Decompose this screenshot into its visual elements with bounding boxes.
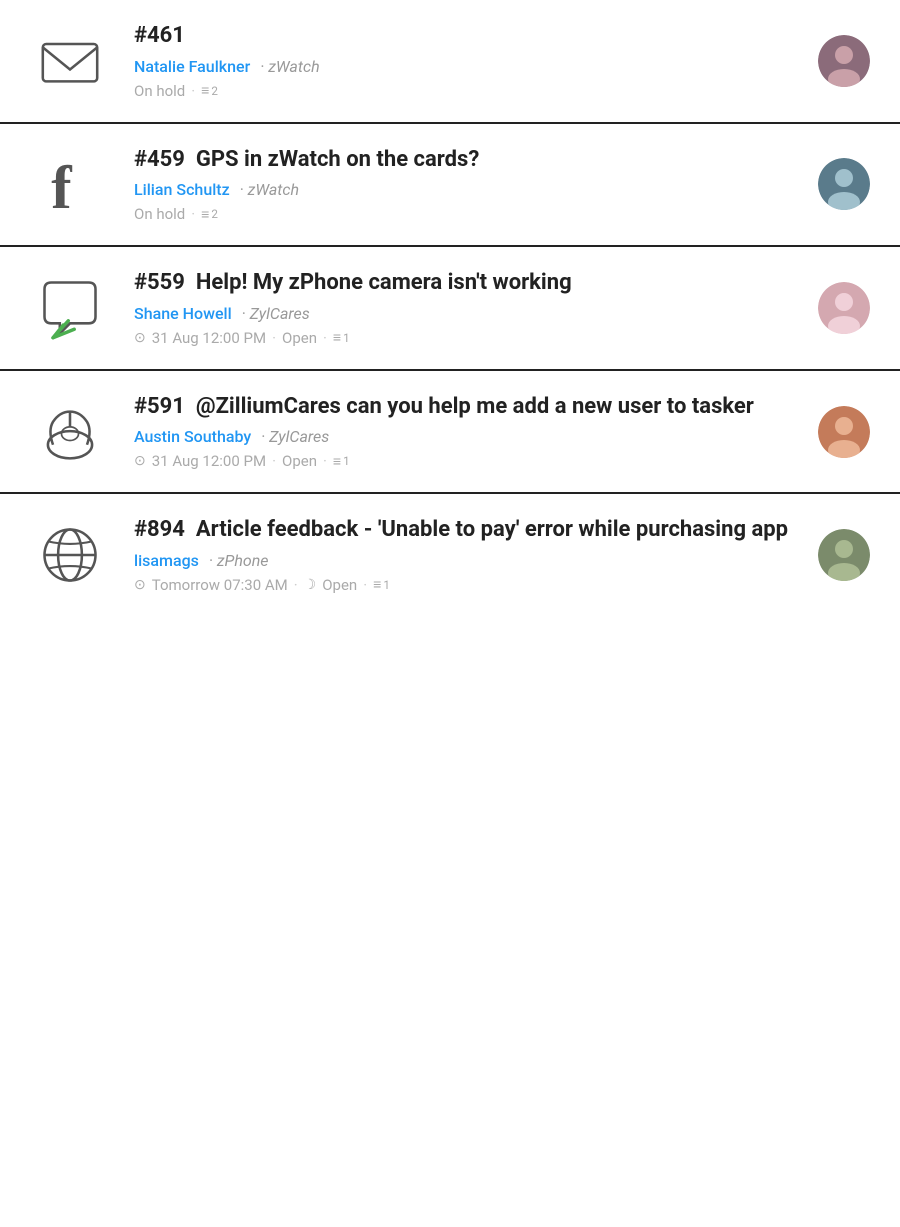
product-name: · zWatch [260, 57, 319, 76]
ticket-title: #591 @ZilliumCares can you help me add a… [134, 393, 794, 422]
ticket-list: #461 Natalie Faulkner · zWatch On hold ·… [0, 0, 900, 616]
avatar-image [818, 529, 870, 581]
channel-icon-wrap: f [30, 150, 110, 218]
avatar-image [818, 406, 870, 458]
channel-icon-wrap [30, 398, 110, 466]
avatar-image [818, 158, 870, 210]
product-name: · zWatch [240, 180, 299, 199]
ticket-content: #559 Help! My zPhone camera isn't workin… [134, 269, 794, 347]
avatar [818, 529, 870, 581]
product-name: · ZylCares [261, 427, 329, 446]
avatar [818, 406, 870, 458]
priority-badge: ≡1 [333, 453, 350, 470]
priority-badge: ≡2 [201, 206, 218, 223]
submitter-name[interactable]: Lilian Schultz [134, 180, 230, 199]
submitter-name[interactable]: Natalie Faulkner [134, 57, 250, 76]
web-icon [36, 521, 104, 589]
timestamp: 31 Aug 12:00 PM [152, 329, 266, 347]
ticket-meta: On hold · ≡2 [134, 205, 794, 223]
ticket-meta: ⊙ Tomorrow 07:30 AM · ☽ Open · ≡1 [134, 576, 794, 594]
ticket-item[interactable]: #894 Article feedback - 'Unable to pay' … [0, 494, 900, 616]
channel-icon-wrap [30, 521, 110, 589]
product-name: · zPhone [209, 551, 269, 570]
ticket-meta: On hold · ≡2 [134, 82, 794, 100]
status-text: Open [282, 452, 317, 470]
ticket-title: #559 Help! My zPhone camera isn't workin… [134, 269, 794, 298]
timestamp: Tomorrow 07:30 AM [152, 576, 288, 594]
ticket-content: #459 GPS in zWatch on the cards? Lilian … [134, 146, 794, 224]
ticket-submitter: lisamags · zPhone [134, 551, 794, 570]
ticket-item[interactable]: #461 Natalie Faulkner · zWatch On hold ·… [0, 0, 900, 124]
submitter-name[interactable]: lisamags [134, 551, 199, 570]
timestamp: 31 Aug 12:00 PM [152, 452, 266, 470]
ticket-item[interactable]: #591 @ZilliumCares can you help me add a… [0, 371, 900, 495]
facebook-icon: f [36, 150, 104, 218]
email-icon [36, 27, 104, 95]
ticket-item[interactable]: f #459 GPS in zWatch on the cards? Lilia… [0, 124, 900, 248]
status-text: Open [322, 576, 357, 594]
ticket-title: #894 Article feedback - 'Unable to pay' … [134, 516, 794, 545]
ticket-submitter: Austin Southaby · ZylCares [134, 427, 794, 446]
ticket-content: #894 Article feedback - 'Unable to pay' … [134, 516, 794, 594]
chat-icon [36, 274, 104, 342]
ticket-title: #461 [134, 22, 794, 51]
status-text: On hold [134, 82, 185, 100]
status-text: Open [282, 329, 317, 347]
ticket-item[interactable]: #559 Help! My zPhone camera isn't workin… [0, 247, 900, 371]
priority-badge: ≡1 [373, 576, 390, 593]
channel-icon-wrap [30, 27, 110, 95]
status-text: On hold [134, 205, 185, 223]
ticket-meta: ⊙ 31 Aug 12:00 PM · Open · ≡1 [134, 329, 794, 347]
priority-badge: ≡2 [201, 82, 218, 99]
ticket-meta: ⊙ 31 Aug 12:00 PM · Open · ≡1 [134, 452, 794, 470]
avatar [818, 35, 870, 87]
clock-icon: ⊙ [134, 330, 146, 346]
submitter-name[interactable]: Shane Howell [134, 304, 232, 323]
snooze-icon: ☽ [304, 577, 317, 593]
avatar-image [818, 282, 870, 334]
avatar [818, 158, 870, 210]
phone-icon [36, 398, 104, 466]
avatar [818, 282, 870, 334]
ticket-title: #459 GPS in zWatch on the cards? [134, 146, 794, 175]
submitter-name[interactable]: Austin Southaby [134, 427, 251, 446]
ticket-submitter: Lilian Schultz · zWatch [134, 180, 794, 199]
svg-text:f: f [51, 154, 72, 218]
priority-badge: ≡1 [333, 329, 350, 346]
ticket-submitter: Shane Howell · ZylCares [134, 304, 794, 323]
ticket-submitter: Natalie Faulkner · zWatch [134, 57, 794, 76]
product-name: · ZylCares [242, 304, 310, 323]
ticket-content: #461 Natalie Faulkner · zWatch On hold ·… [134, 22, 794, 100]
channel-icon-wrap [30, 274, 110, 342]
clock-icon: ⊙ [134, 453, 146, 469]
ticket-content: #591 @ZilliumCares can you help me add a… [134, 393, 794, 471]
avatar-image [818, 35, 870, 87]
clock-icon: ⊙ [134, 577, 146, 593]
